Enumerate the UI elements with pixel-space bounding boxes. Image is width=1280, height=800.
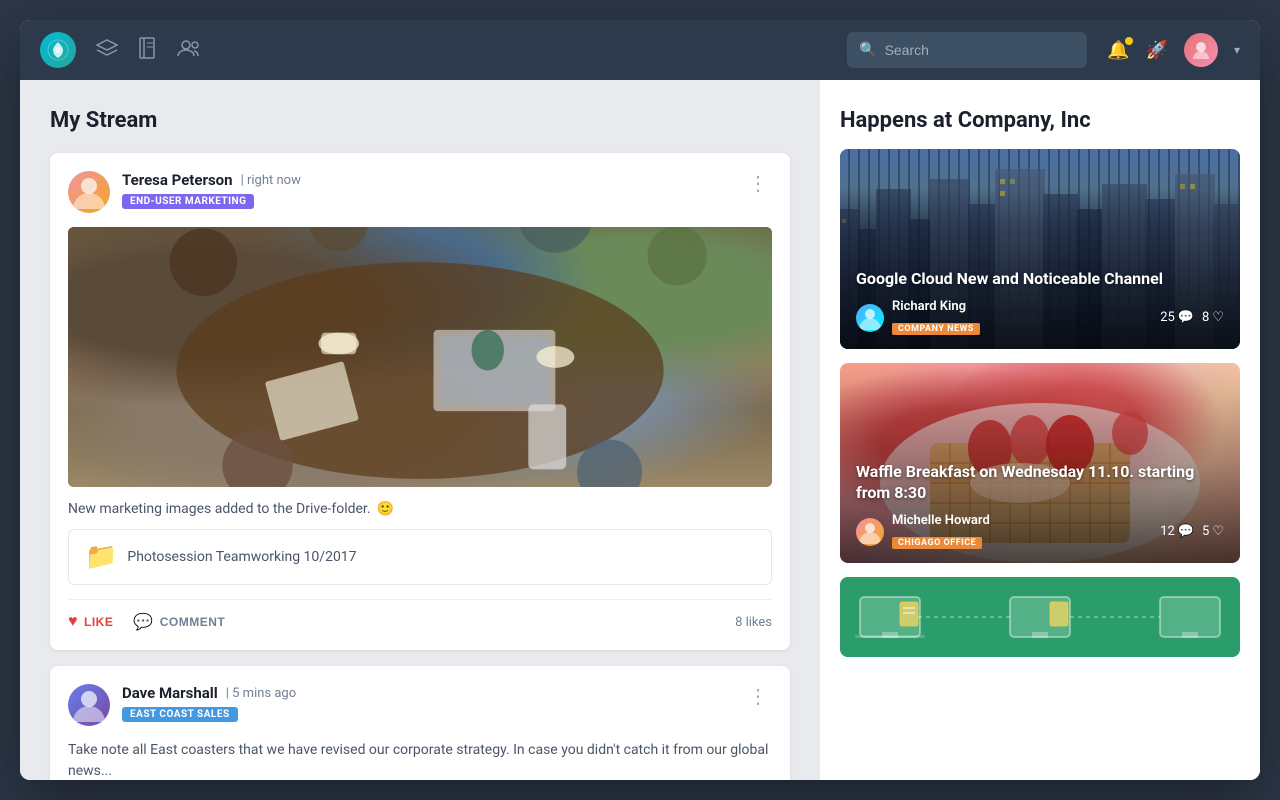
notification-dot xyxy=(1125,37,1133,45)
people-icon[interactable] xyxy=(176,38,202,62)
news-author-tag[interactable]: CHIGAGO OFFICE xyxy=(892,537,982,549)
news-author-tag[interactable]: COMPANY NEWS xyxy=(892,323,980,335)
like-count: 8 likes xyxy=(735,615,772,630)
news-content: Waffle Breakfast on Wednesday 11.10. sta… xyxy=(840,448,1240,563)
news-author-info: Richard King COMPANY NEWS xyxy=(892,300,1152,335)
post-time: | right now xyxy=(241,173,301,188)
comment-stat: 12 💬 xyxy=(1160,524,1194,539)
post-card: Teresa Peterson | right now END-USER MAR… xyxy=(50,153,790,650)
happens-title: Happens at Company, Inc xyxy=(840,108,1240,133)
app-window: 🔍 🔔 🚀 ▾ My Stream xyxy=(20,20,1260,780)
search-bar[interactable]: 🔍 xyxy=(847,32,1087,68)
like-stat: 8 ♡ xyxy=(1202,310,1224,325)
comment-bubble-icon: 💬 xyxy=(1178,524,1194,539)
post-body: Take note all East coasters that we have… xyxy=(68,740,772,780)
news-title: Waffle Breakfast on Wednesday 11.10. sta… xyxy=(856,462,1224,504)
nav-icons xyxy=(96,37,202,64)
post-actions: ♥ LIKE 💬 COMMENT 8 likes xyxy=(68,599,772,632)
post-folder-attachment[interactable]: 📁 Photosession Teamworking 10/2017 xyxy=(68,529,772,585)
news-stats: 12 💬 5 ♡ xyxy=(1160,524,1224,539)
news-card[interactable]: Waffle Breakfast on Wednesday 11.10. sta… xyxy=(840,363,1240,563)
folder-icon: 📁 xyxy=(85,542,117,572)
heart-icon: ♥ xyxy=(68,613,78,631)
post-author-avatar xyxy=(68,171,110,213)
search-input[interactable] xyxy=(885,42,1076,58)
notification-bell-icon[interactable]: 🔔 xyxy=(1107,40,1129,61)
app-logo[interactable] xyxy=(40,32,76,68)
stream-title: My Stream xyxy=(50,108,790,133)
comment-bubble-icon: 💬 xyxy=(1178,310,1194,325)
post-author-name: Dave Marshall xyxy=(122,684,218,702)
caption-emoji: 🙂 xyxy=(377,501,394,517)
news-content: Google Cloud New and Noticeable Channel … xyxy=(840,255,1240,349)
navbar: 🔍 🔔 🚀 ▾ xyxy=(20,20,1260,80)
user-menu-chevron[interactable]: ▾ xyxy=(1234,43,1240,57)
post-card: Dave Marshall | 5 mins ago EAST COAST SA… xyxy=(50,666,790,780)
post-header: Teresa Peterson | right now END-USER MAR… xyxy=(68,171,772,213)
news-author-name: Richard King xyxy=(892,300,1152,313)
comment-icon: 💬 xyxy=(133,612,153,632)
post-author-line: Dave Marshall | 5 mins ago xyxy=(122,684,744,702)
green-card-background xyxy=(840,577,1240,657)
search-icon: 🔍 xyxy=(859,42,876,58)
stream-panel: My Stream Teresa Peterson | right now xyxy=(20,80,820,780)
post-author-info: Dave Marshall | 5 mins ago EAST COAST SA… xyxy=(122,684,744,722)
rocket-icon[interactable]: 🚀 xyxy=(1146,40,1168,61)
heart-icon: ♡ xyxy=(1212,524,1224,539)
post-image xyxy=(68,227,772,487)
post-author-avatar xyxy=(68,684,110,726)
post-author-info: Teresa Peterson | right now END-USER MAR… xyxy=(122,171,744,209)
post-caption: New marketing images added to the Drive-… xyxy=(68,501,772,517)
news-card-background: Waffle Breakfast on Wednesday 11.10. sta… xyxy=(840,363,1240,563)
news-footer: Richard King COMPANY NEWS 25 💬 8 xyxy=(856,300,1224,335)
happens-panel: Happens at Company, Inc xyxy=(820,80,1260,780)
comment-button[interactable]: 💬 COMMENT xyxy=(133,612,225,632)
news-author-avatar xyxy=(856,518,884,546)
news-author-avatar xyxy=(856,304,884,332)
news-footer: Michelle Howard CHIGAGO OFFICE 12 💬 5 xyxy=(856,514,1224,549)
post-time: | 5 mins ago xyxy=(226,686,296,701)
post-author-line: Teresa Peterson | right now xyxy=(122,171,744,189)
layers-icon[interactable] xyxy=(96,38,118,63)
post-author-name: Teresa Peterson xyxy=(122,171,233,189)
news-stats: 25 💬 8 ♡ xyxy=(1160,310,1224,325)
news-card[interactable] xyxy=(840,577,1240,657)
news-author-info: Michelle Howard CHIGAGO OFFICE xyxy=(892,514,1152,549)
post-options-menu[interactable]: ⋮ xyxy=(744,684,772,708)
comment-stat: 25 💬 xyxy=(1160,310,1194,325)
post-options-menu[interactable]: ⋮ xyxy=(744,171,772,195)
main-content: My Stream Teresa Peterson | right now xyxy=(20,80,1260,780)
folder-name: Photosession Teamworking 10/2017 xyxy=(127,549,356,565)
news-author-name: Michelle Howard xyxy=(892,514,1152,527)
news-card[interactable]: Google Cloud New and Noticeable Channel … xyxy=(840,149,1240,349)
like-stat: 5 ♡ xyxy=(1202,524,1224,539)
news-card-background: Google Cloud New and Noticeable Channel … xyxy=(840,149,1240,349)
book-icon[interactable] xyxy=(138,37,156,64)
post-tag[interactable]: END-USER MARKETING xyxy=(122,194,254,209)
news-title: Google Cloud New and Noticeable Channel xyxy=(856,269,1224,290)
like-button[interactable]: ♥ LIKE xyxy=(68,613,113,631)
user-avatar[interactable] xyxy=(1184,33,1218,67)
post-tag[interactable]: EAST COAST SALES xyxy=(122,707,238,722)
nav-actions: 🔔 🚀 ▾ xyxy=(1107,33,1240,67)
heart-icon: ♡ xyxy=(1212,310,1224,325)
post-header: Dave Marshall | 5 mins ago EAST COAST SA… xyxy=(68,684,772,726)
